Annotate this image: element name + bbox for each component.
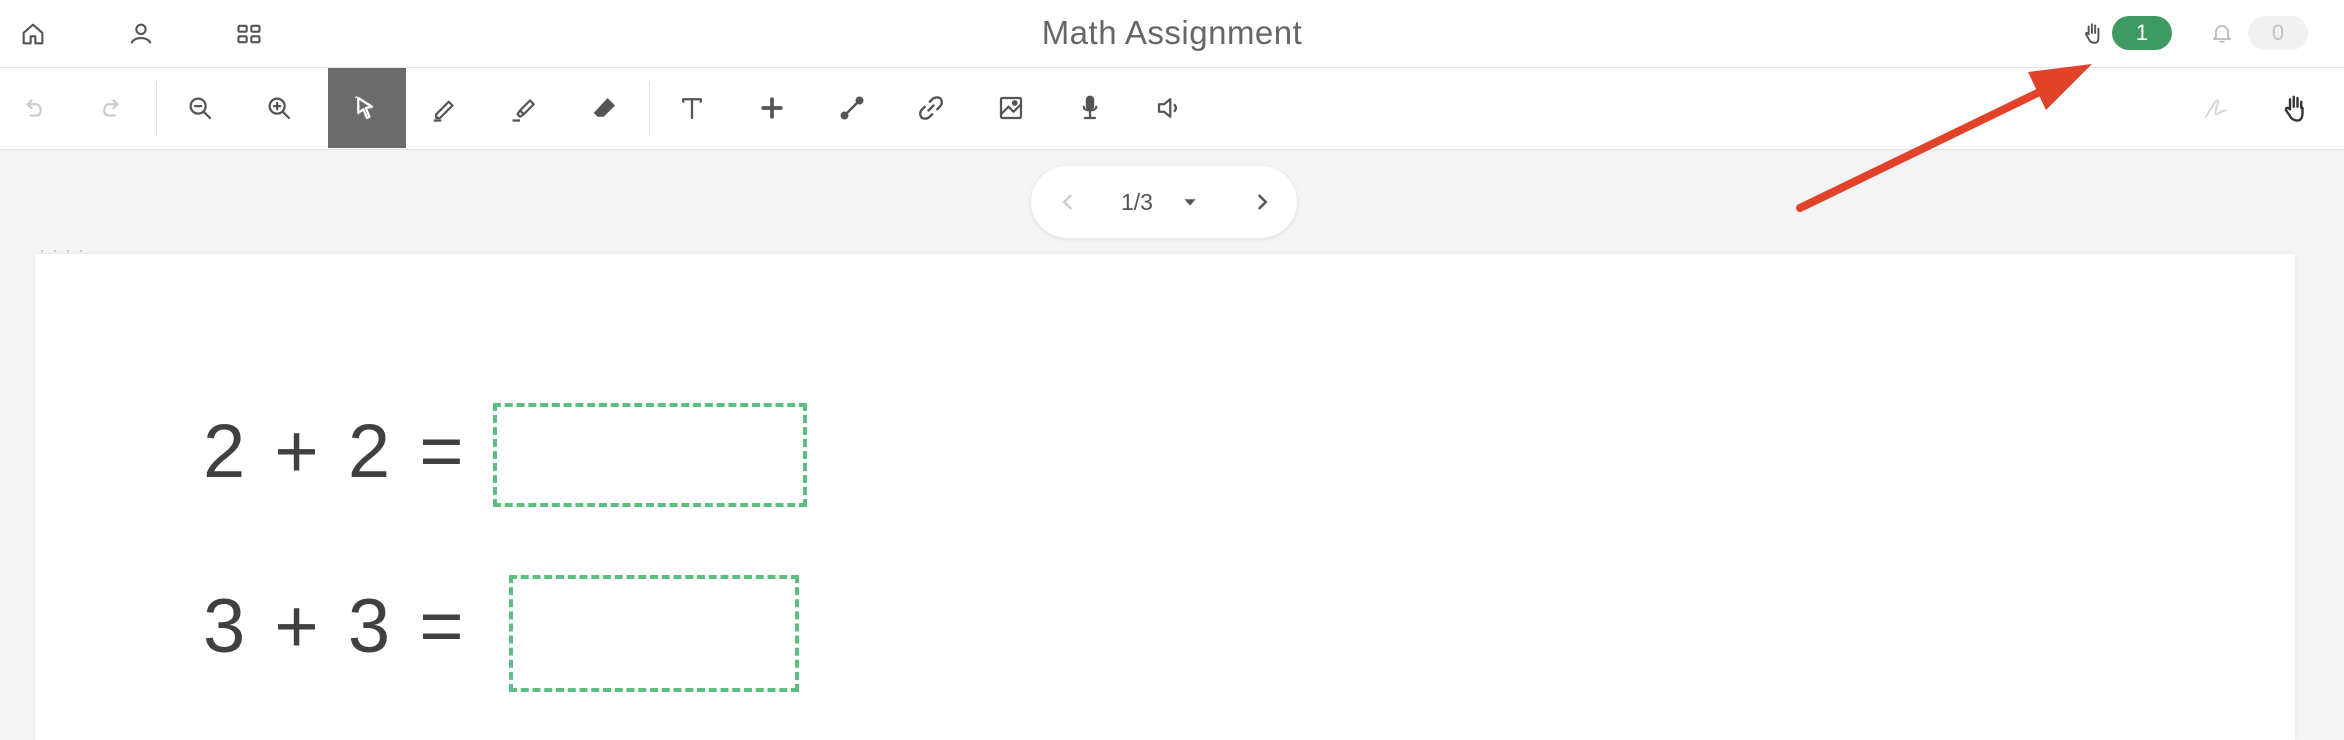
raised-hands-indicator[interactable]: 1 [2080, 14, 2172, 52]
chevron-right-icon[interactable] [1247, 187, 1277, 217]
text-icon [682, 98, 702, 120]
page-title: Math Assignment [1041, 14, 1303, 51]
pen-tool-button[interactable] [406, 68, 484, 148]
speaker-icon [1157, 98, 1177, 118]
notifications-indicator[interactable]: 0 [2210, 14, 2308, 52]
undo-button[interactable] [0, 68, 73, 148]
chevron-left-icon[interactable] [1053, 187, 1083, 217]
caret-down-icon[interactable] [1179, 191, 1201, 213]
redo-button[interactable] [72, 68, 150, 148]
link-tool-button[interactable] [892, 68, 970, 148]
image-icon [999, 96, 1023, 120]
top-bar: Math Assignment 1 0 [0, 0, 2344, 68]
user-icon [130, 23, 152, 44]
select-icon [354, 95, 374, 120]
zoom-out-button[interactable] [161, 68, 239, 148]
hand-icon [2284, 95, 2304, 122]
user-button[interactable] [121, 14, 161, 54]
add-shape-button[interactable] [733, 68, 811, 148]
redo-icon [103, 99, 119, 117]
bell-icon [2213, 25, 2231, 43]
toolbar [0, 68, 2344, 150]
zoom-in-icon [268, 97, 291, 120]
apps-button[interactable] [229, 14, 269, 54]
home-icon [22, 23, 44, 45]
toolbar-divider [156, 82, 157, 136]
eraser-tool-button[interactable] [566, 68, 644, 148]
pen-icon [433, 100, 454, 122]
raised-hands-count: 1 [2112, 16, 2172, 50]
line-icon [840, 96, 864, 120]
signature-button[interactable] [2177, 68, 2255, 148]
select-tool-button[interactable] [328, 68, 406, 148]
record-audio-button[interactable] [1051, 68, 1129, 148]
zoom-in-button[interactable] [240, 68, 318, 148]
worksheet-page: 2 + 2 = 3 + 3 = [35, 254, 2295, 740]
line-tool-button[interactable] [813, 68, 891, 148]
equation-label: 2 + 2 = [203, 409, 468, 494]
page-indicator[interactable]: 1/3 [1121, 166, 1153, 238]
answer-box[interactable] [509, 575, 799, 692]
text-tool-button[interactable] [653, 68, 731, 148]
plus-icon [761, 97, 783, 119]
audio-playback-button[interactable] [1130, 68, 1208, 148]
image-tool-button[interactable] [972, 68, 1050, 148]
microphone-icon [1082, 95, 1098, 120]
equation-label: 3 + 3 = [203, 584, 468, 669]
eraser-icon [593, 98, 615, 117]
signature-icon [2205, 99, 2227, 118]
answer-box[interactable] [493, 403, 807, 507]
highlighter-tool-button[interactable] [486, 68, 564, 148]
home-button[interactable] [13, 14, 53, 54]
raise-hand-icon [2085, 23, 2100, 44]
toolbar-divider [649, 82, 650, 136]
page-navigator: 1/3 [1031, 166, 1297, 238]
notifications-count: 0 [2248, 16, 2308, 50]
zoom-out-icon [189, 97, 212, 120]
hand-tool-button[interactable] [2256, 68, 2334, 148]
link-icon [919, 96, 943, 120]
highlighter-icon [512, 99, 535, 122]
grid-icon [237, 24, 261, 44]
undo-icon [26, 99, 42, 117]
